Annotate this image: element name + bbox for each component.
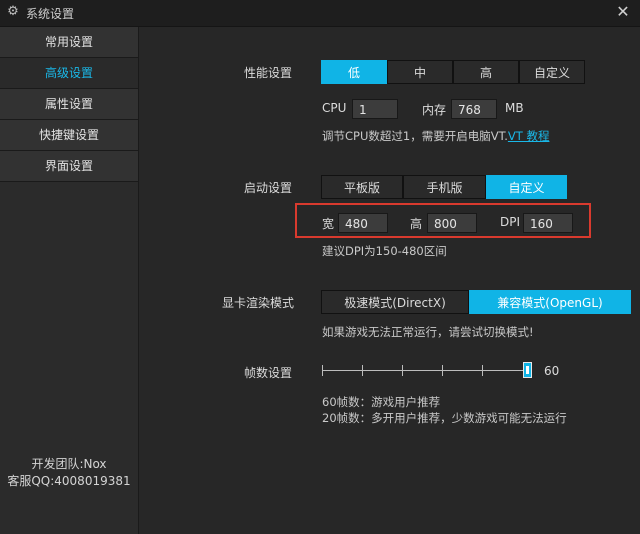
sidebar-item-common[interactable]: 常用设置: [0, 27, 138, 58]
render-mode-label: 显卡渲染模式: [222, 296, 295, 310]
fps-slider-thumb[interactable]: [523, 362, 532, 378]
vt-tutorial-link[interactable]: VT 教程: [508, 129, 550, 143]
memory-unit: MB: [505, 101, 524, 115]
vt-hint-text: 调节CPU数超过1，需要开启电脑VT.: [322, 129, 508, 143]
performance-label: 性能设置: [244, 66, 293, 80]
cpu-input[interactable]: 1: [352, 99, 398, 119]
startup-label: 启动设置: [244, 181, 293, 195]
fps-note-20: 20帧数：多开用户推荐，少数游戏可能无法运行: [322, 411, 567, 425]
close-icon[interactable]: ✕: [614, 3, 632, 21]
perf-low-button[interactable]: 低: [321, 60, 387, 84]
fps-label: 帧数设置: [244, 366, 293, 380]
window-title: 系统设置: [26, 7, 75, 21]
gear-icon: ⚙: [7, 4, 19, 19]
sidebar-item-interface[interactable]: 界面设置: [0, 151, 138, 182]
dev-team-text: 开发团队:Nox: [31, 457, 107, 471]
fps-note-60: 60帧数：游戏用户推荐: [322, 395, 441, 409]
fps-tick: [362, 365, 363, 376]
fps-tick: [322, 365, 323, 376]
fps-slider-track[interactable]: [322, 370, 527, 371]
startup-tablet-button[interactable]: 平板版: [321, 175, 403, 199]
perf-mid-button[interactable]: 中: [387, 60, 453, 84]
render-opengl-button[interactable]: 兼容模式(OpenGL): [469, 290, 631, 314]
fps-tick: [442, 365, 443, 376]
width-input[interactable]: 480: [338, 213, 388, 233]
dpi-label: DPI: [500, 215, 521, 229]
perf-high-button[interactable]: 高: [453, 60, 519, 84]
sidebar-item-properties[interactable]: 属性设置: [0, 89, 138, 120]
dpi-hint: 建议DPI为150-480区间: [322, 244, 447, 258]
settings-window: ⚙ 系统设置 ✕ 常用设置 高级设置 属性设置 快捷键设置 界面设置 开发团队:…: [0, 0, 640, 534]
perf-custom-button[interactable]: 自定义: [519, 60, 585, 84]
sidebar-item-shortcuts[interactable]: 快捷键设置: [0, 120, 138, 151]
sidebar-item-advanced[interactable]: 高级设置: [0, 58, 138, 89]
cpu-label: CPU: [322, 101, 347, 115]
support-qq-text: 客服QQ:4008019381: [7, 474, 131, 488]
memory-label: 内存: [422, 103, 447, 117]
startup-phone-button[interactable]: 手机版: [403, 175, 486, 199]
title-bar: ⚙ 系统设置 ✕: [0, 0, 640, 27]
render-hint: 如果游戏无法正常运行，请尝试切换模式!: [322, 325, 534, 339]
startup-custom-button[interactable]: 自定义: [486, 175, 567, 199]
fps-tick: [482, 365, 483, 376]
width-label: 宽: [322, 217, 335, 231]
dpi-input[interactable]: 160: [523, 213, 573, 233]
render-directx-button[interactable]: 极速模式(DirectX): [321, 290, 469, 314]
memory-input[interactable]: 768: [451, 99, 497, 119]
fps-value: 60: [544, 364, 560, 378]
height-input[interactable]: 800: [427, 213, 477, 233]
sidebar-footer: 开发团队:Nox 客服QQ:4008019381: [0, 456, 138, 490]
sidebar: 常用设置 高级设置 属性设置 快捷键设置 界面设置 开发团队:Nox 客服QQ:…: [0, 27, 139, 534]
fps-tick: [402, 365, 403, 376]
height-label: 高: [410, 217, 423, 231]
vt-hint: 调节CPU数超过1，需要开启电脑VT.VT 教程: [322, 128, 549, 144]
